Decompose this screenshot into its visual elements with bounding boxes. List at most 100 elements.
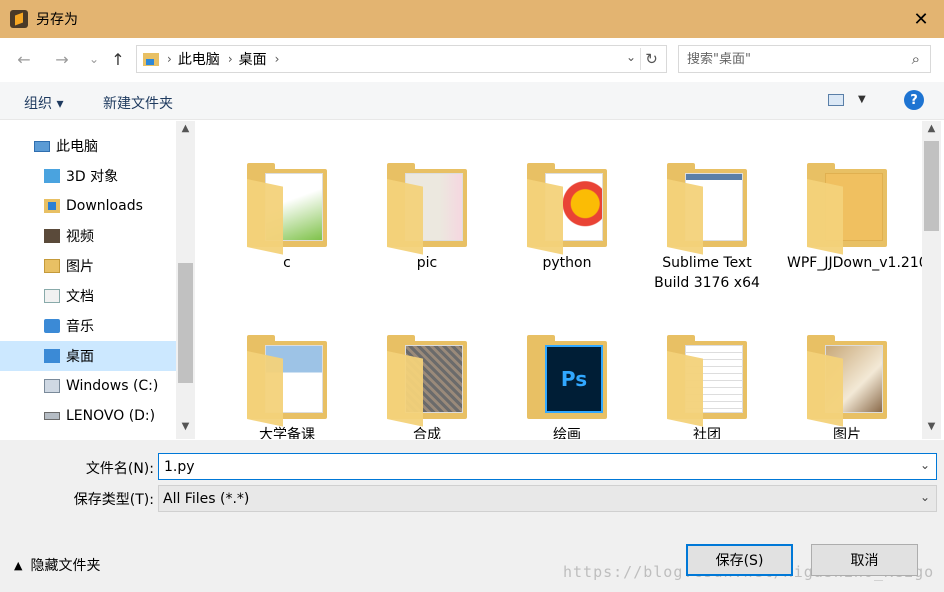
- folder-item-images[interactable]: 图片: [787, 315, 907, 439]
- file-type-select[interactable]: All Files (*.*) ⌄: [158, 485, 937, 512]
- toolbar: 组织 ▾ 新建文件夹: [0, 82, 944, 120]
- sidebar-item-desktop[interactable]: 桌面: [0, 341, 176, 371]
- file-type-label: 保存类型(T):: [73, 492, 154, 508]
- back-arrow-icon[interactable]: ←: [14, 50, 34, 69]
- hide-folders-toggle[interactable]: ▲ 隐藏文件夹: [14, 555, 100, 575]
- folder-item-pic[interactable]: pic: [367, 143, 487, 273]
- folder-item-painting[interactable]: Ps 绘画: [507, 315, 627, 439]
- search-input[interactable]: [687, 51, 897, 67]
- sublime-app-icon: [10, 10, 28, 28]
- file-list: c pic python Sublime Text Build 3176 x64…: [196, 121, 922, 439]
- sidebar-item-label: 图片: [66, 259, 94, 275]
- sidebar-scrollbar[interactable]: ▲ ▼: [176, 121, 195, 439]
- folder-icon: [387, 143, 467, 255]
- sidebar-item-label: 文档: [66, 289, 94, 305]
- folder-name: c: [283, 255, 291, 271]
- sidebar-item-pictures[interactable]: 图片: [0, 251, 176, 281]
- sidebar-item-documents[interactable]: 文档: [0, 281, 176, 311]
- filename-input[interactable]: [164, 458, 904, 475]
- folder-icon: [807, 315, 887, 427]
- filename-field[interactable]: ⌄: [158, 453, 937, 480]
- folder-item-composite[interactable]: 合成: [367, 315, 487, 439]
- address-bar[interactable]: › 此电脑 › 桌面 › ⌄ ↻: [136, 45, 667, 73]
- desktop-icon: [44, 349, 60, 363]
- scroll-up-icon[interactable]: ▲: [922, 123, 941, 139]
- folder-icon: [247, 315, 327, 427]
- sidebar-item-label: 视频: [66, 229, 94, 245]
- downloads-icon: [44, 199, 60, 213]
- chevron-down-icon[interactable]: ▼: [858, 94, 866, 105]
- hide-folders-label: 隐藏文件夹: [30, 558, 101, 574]
- content-scrollbar[interactable]: ▲ ▼: [922, 121, 941, 439]
- organize-button[interactable]: 组织 ▾: [24, 93, 63, 113]
- folder-name: python: [542, 255, 592, 271]
- sidebar-item-label: LENOVO (D:): [66, 408, 156, 424]
- sidebar-item-lenovo-d[interactable]: LENOVO (D:): [0, 401, 176, 431]
- sidebar-item-windows-c[interactable]: Windows (C:): [0, 371, 176, 401]
- folder-icon: [527, 143, 607, 255]
- scroll-down-icon[interactable]: ▼: [922, 421, 941, 437]
- 3d-objects-icon: [44, 169, 60, 183]
- close-icon[interactable]: ✕: [898, 0, 944, 38]
- new-folder-button[interactable]: 新建文件夹: [103, 93, 173, 113]
- scrollbar-thumb[interactable]: [924, 141, 939, 231]
- sidebar-item-label: 3D 对象: [66, 169, 119, 185]
- breadcrumb-separator[interactable]: ›: [167, 52, 172, 66]
- folder-item-python[interactable]: python: [507, 143, 627, 273]
- scroll-up-icon[interactable]: ▲: [176, 123, 195, 139]
- folder-icon: [807, 143, 887, 255]
- sidebar-item-downloads[interactable]: Downloads: [0, 191, 176, 221]
- folder-icon: [247, 143, 327, 255]
- folder-name: 大学备课: [259, 427, 315, 439]
- folder-item-jjdown[interactable]: WPF_JJDown_v1.210.0: [787, 143, 922, 273]
- folder-item-club[interactable]: 社团: [647, 315, 767, 439]
- sidebar-item-music[interactable]: 音乐: [0, 311, 176, 341]
- view-options-icon[interactable]: [828, 94, 844, 106]
- breadcrumb-this-pc[interactable]: 此电脑: [178, 49, 220, 69]
- folder-name: 图片: [833, 427, 861, 439]
- sidebar-item-label: 桌面: [66, 349, 94, 365]
- chevron-down-icon[interactable]: ⌄: [626, 50, 636, 64]
- folder-item-lessons[interactable]: 大学备课: [227, 315, 347, 439]
- sidebar-item-label: Downloads: [66, 198, 143, 214]
- recent-locations-icon[interactable]: ⌄: [84, 52, 104, 66]
- drive-icon: [44, 412, 60, 420]
- chevron-down-icon[interactable]: ⌄: [920, 490, 930, 504]
- chevron-up-icon: ▲: [14, 558, 23, 572]
- up-arrow-icon[interactable]: ↑: [108, 50, 128, 69]
- music-icon: [44, 319, 60, 333]
- scrollbar-thumb[interactable]: [178, 263, 193, 383]
- sidebar-item-label: 音乐: [66, 319, 94, 335]
- breadcrumb-separator[interactable]: ›: [275, 52, 280, 66]
- cancel-button[interactable]: 取消: [811, 544, 918, 576]
- folder-name: WPF_JJDown_v1.210.0: [787, 255, 922, 271]
- folder-item-c[interactable]: c: [227, 143, 347, 273]
- desktop-folder-icon: [143, 52, 159, 66]
- search-icon[interactable]: ⌕: [912, 50, 920, 68]
- sidebar-item-this-pc[interactable]: 此电脑: [0, 131, 176, 161]
- chevron-down-icon[interactable]: ⌄: [920, 458, 930, 472]
- window-title: 另存为: [36, 12, 78, 28]
- file-type-value: All Files (*.*): [163, 490, 250, 507]
- save-button[interactable]: 保存(S): [686, 544, 793, 576]
- forward-arrow-icon[interactable]: →: [52, 50, 72, 69]
- navigation-pane: 此电脑 3D 对象 Downloads 视频 图片 文档 音乐 桌面 Windo…: [0, 121, 195, 439]
- search-box[interactable]: ⌕: [678, 45, 931, 73]
- help-icon[interactable]: ?: [904, 90, 924, 110]
- refresh-icon[interactable]: ↻: [640, 48, 662, 70]
- folder-item-sublime[interactable]: Sublime Text Build 3176 x64: [647, 143, 767, 293]
- sidebar-item-label: Windows (C:): [66, 378, 159, 394]
- folder-name: 社团: [693, 427, 721, 439]
- breadcrumb-desktop[interactable]: 桌面: [239, 49, 267, 69]
- folder-icon: [667, 143, 747, 255]
- sidebar-item-3d-objects[interactable]: 3D 对象: [0, 161, 176, 191]
- breadcrumb-separator[interactable]: ›: [228, 52, 233, 66]
- folder-icon: [667, 315, 747, 427]
- title-bar: 另存为 ✕: [0, 0, 944, 38]
- sidebar-item-videos[interactable]: 视频: [0, 221, 176, 251]
- scroll-down-icon[interactable]: ▼: [176, 421, 195, 437]
- folder-name: 绘画: [553, 427, 581, 439]
- folder-name: 合成: [413, 427, 441, 439]
- folder-icon: Ps: [527, 315, 607, 419]
- pictures-icon: [44, 259, 60, 273]
